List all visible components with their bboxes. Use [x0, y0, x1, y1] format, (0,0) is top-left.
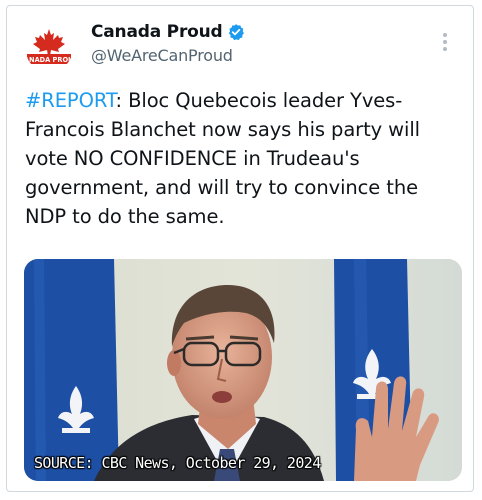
author-info: Canada Proud @WeAreCanProud [91, 20, 245, 65]
tweet-text: #REPORT: Bloc Quebecois leader Yves-Fran… [25, 86, 455, 231]
tweet-header: CANADA PROUD Canada Proud @WeAreCanProud [7, 6, 473, 76]
hashtag-link[interactable]: #REPORT [25, 89, 116, 112]
verified-badge-icon[interactable] [227, 23, 245, 41]
more-options-button[interactable] [435, 30, 455, 54]
tweet-card[interactable]: CANADA PROUD Canada Proud @WeAreCanProud… [6, 5, 474, 492]
quebec-flag-left [24, 259, 119, 481]
maple-leaf-logo-icon: CANADA PROUD [25, 24, 73, 72]
press-conference-photo [24, 259, 462, 481]
tweet-media-image[interactable]: SOURCE: CBC News, October 29, 2024 [24, 259, 462, 481]
media-caption: SOURCE: CBC News, October 29, 2024 [34, 454, 321, 472]
avatar-logo-text: CANADA PROUD [25, 56, 73, 64]
display-name[interactable]: Canada Proud [91, 22, 223, 42]
more-options-icon [443, 33, 447, 37]
display-name-row: Canada Proud [91, 20, 245, 44]
avatar[interactable]: CANADA PROUD [25, 24, 73, 72]
handle[interactable]: @WeAreCanProud [91, 46, 245, 65]
